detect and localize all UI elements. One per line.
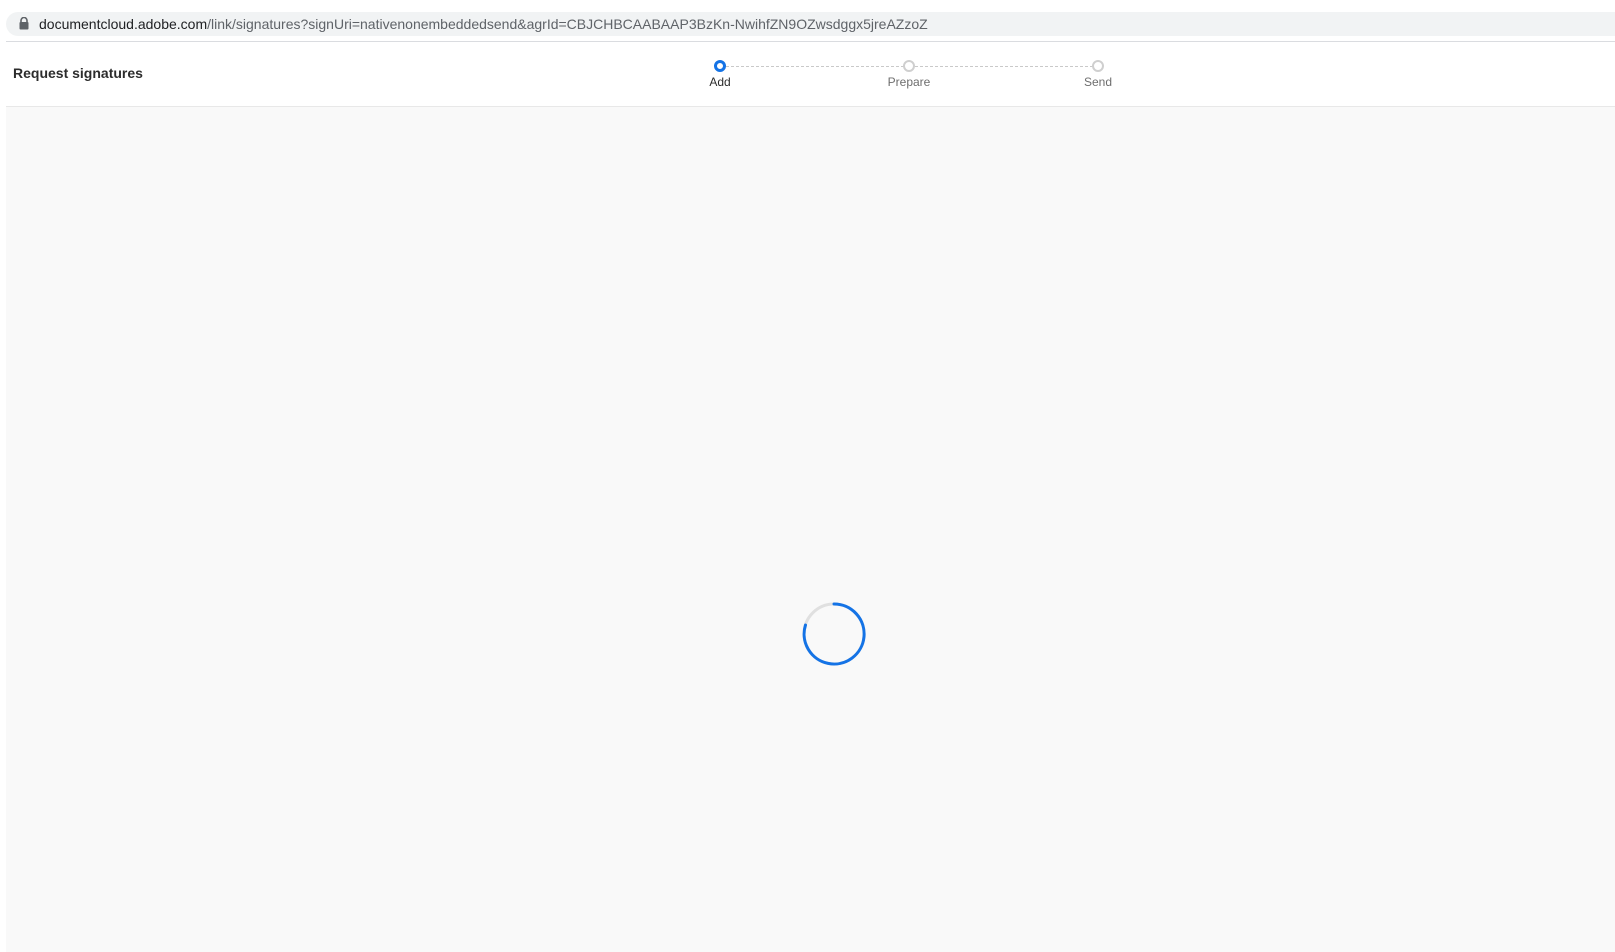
url-text[interactable]: documentcloud.adobe.com/link/signatures?… — [39, 16, 928, 32]
step-connector — [915, 66, 1098, 67]
step-send-indicator — [1092, 60, 1104, 72]
progress-stepper: Add Prepare Send — [6, 42, 1615, 106]
step-send-label: Send — [1083, 75, 1113, 89]
step-prepare-label: Prepare — [887, 75, 931, 89]
browser-window: documentcloud.adobe.com/link/signatures?… — [6, 0, 1615, 952]
url-host: documentcloud.adobe.com — [39, 16, 208, 32]
main-content-area — [6, 107, 1615, 952]
url-path: /link/signatures?signUri=nativenonembedd… — [207, 16, 928, 32]
step-add-indicator — [714, 60, 726, 72]
step-prepare-indicator — [903, 60, 915, 72]
address-bar[interactable]: documentcloud.adobe.com/link/signatures?… — [6, 12, 1615, 36]
app-header: Request signatures Add Prepare Send — [6, 42, 1615, 107]
lock-icon — [19, 17, 29, 30]
loading-spinner-icon — [802, 602, 866, 666]
step-connector — [726, 66, 909, 67]
step-add-label: Add — [709, 75, 731, 89]
